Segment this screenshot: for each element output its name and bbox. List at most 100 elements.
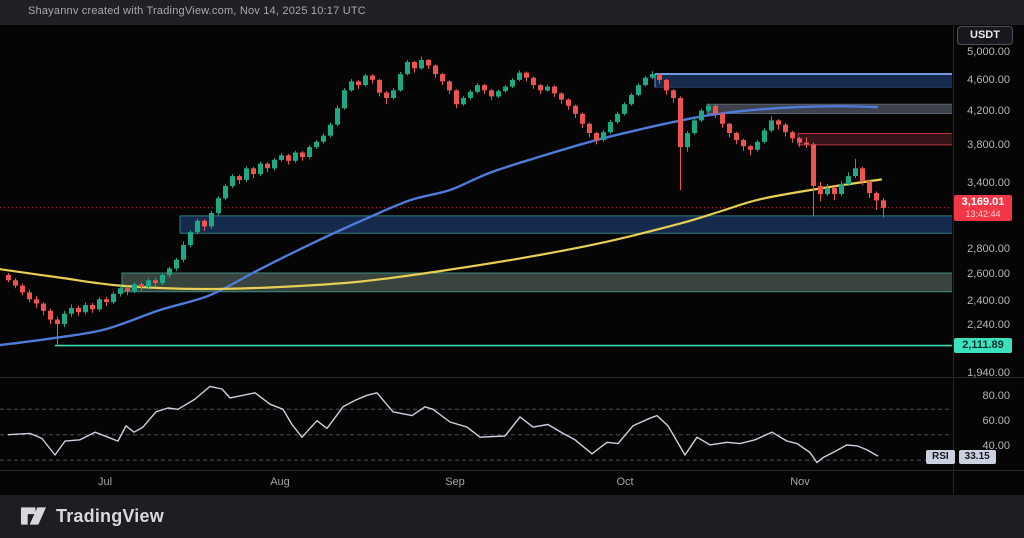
candle-body	[111, 294, 116, 302]
candle-body	[573, 106, 578, 114]
rsi-indicator-legend[interactable]: RSI 33.15	[926, 450, 996, 464]
candle-body	[307, 147, 312, 157]
candle-body	[321, 136, 326, 142]
price-chart-canvas[interactable]	[0, 0, 1024, 538]
candle-body	[790, 132, 795, 138]
candle-body	[524, 73, 529, 78]
candle-body	[356, 81, 361, 85]
candle-body	[6, 275, 11, 280]
candle-body	[671, 90, 676, 98]
price-tick-label: 2,600.00	[930, 268, 1010, 280]
candle-body	[426, 60, 431, 66]
candle-body	[328, 125, 333, 136]
tradingview-logo[interactable]: TradingView	[20, 503, 164, 529]
candle-body	[265, 164, 270, 169]
candle-body	[258, 164, 263, 175]
candle-body	[342, 90, 347, 108]
candle-body	[20, 286, 25, 293]
candle-body	[489, 90, 494, 96]
candle-body	[454, 90, 459, 104]
candle-body	[34, 299, 39, 303]
candle-body	[755, 142, 760, 150]
footer-bar: TradingView	[0, 495, 1024, 538]
candle-body	[664, 80, 669, 90]
price-tick-label: 1,940.00	[930, 367, 1010, 379]
candle-body	[650, 74, 655, 78]
candle-body	[237, 176, 242, 180]
marked-low-label: 2,111.89	[954, 338, 1012, 353]
candle-body	[139, 284, 144, 287]
supply-zone-4600	[655, 74, 952, 87]
candle-body	[104, 299, 109, 302]
candle-body	[55, 320, 60, 325]
candle-body	[97, 299, 102, 309]
candle-body	[580, 114, 585, 124]
price-tick-label: 3,800.00	[930, 139, 1010, 151]
candle-body	[839, 184, 844, 194]
candle-body	[132, 284, 137, 291]
candle-body	[566, 100, 571, 106]
candle-body	[643, 78, 648, 85]
month-label-jul: Jul	[98, 476, 112, 488]
candle-body	[825, 188, 830, 194]
candle-body	[622, 104, 627, 114]
candle-body	[559, 93, 564, 99]
candle-body	[370, 76, 375, 80]
currency-toggle-button[interactable]: USDT	[957, 26, 1013, 45]
price-tick-label: 2,240.00	[930, 319, 1010, 331]
candle-body	[209, 213, 214, 226]
candle-body	[279, 155, 284, 160]
candle-body	[48, 311, 53, 320]
candle-body	[769, 120, 774, 130]
candle-body	[160, 275, 165, 283]
candle-body	[475, 85, 480, 92]
candle-body	[846, 176, 851, 184]
resistance-zone-3850	[798, 133, 952, 144]
candle-body	[216, 198, 221, 213]
candle-body	[384, 93, 389, 98]
candle-body	[363, 76, 368, 86]
candle-body	[181, 245, 186, 260]
candle-body	[223, 186, 228, 198]
support-zone-3000	[180, 216, 952, 233]
candle-body	[762, 131, 767, 142]
candle-body	[293, 153, 298, 161]
candle-body	[202, 221, 207, 227]
candle-body	[314, 142, 319, 147]
candle-body	[510, 80, 515, 87]
candle-body	[678, 98, 683, 147]
candle-body	[818, 186, 823, 194]
candle-body	[881, 200, 886, 208]
candle-body	[286, 155, 291, 161]
candle-body	[636, 85, 641, 95]
candle-body	[398, 74, 403, 90]
candle-body	[412, 62, 417, 68]
last-price-value: 3,169.01	[954, 196, 1012, 209]
price-tick-label: 2,400.00	[930, 295, 1010, 307]
candle-body	[685, 133, 690, 147]
candle-body	[41, 304, 46, 311]
candle-body	[832, 188, 837, 194]
candle-body	[244, 168, 249, 180]
rsi-name-badge[interactable]: RSI	[926, 450, 955, 464]
candle-body	[867, 181, 872, 193]
candle-body	[734, 133, 739, 140]
rsi-tick-label: 60.00	[930, 415, 1010, 427]
candle-body	[692, 120, 697, 133]
candle-body	[797, 138, 802, 142]
candle-body	[118, 288, 123, 294]
tradingview-logo-icon	[20, 503, 47, 529]
month-label-nov: Nov	[790, 476, 810, 488]
candle-body	[748, 146, 753, 150]
month-label-oct: Oct	[616, 476, 633, 488]
candle-body	[272, 160, 277, 169]
candle-body	[167, 269, 172, 276]
price-tick-label: 3,400.00	[930, 177, 1010, 189]
candle-body	[447, 81, 452, 90]
candle-body	[125, 288, 130, 291]
candle-body	[811, 144, 816, 186]
candle-body	[349, 81, 354, 90]
candle-body	[587, 124, 592, 133]
candle-body	[727, 124, 732, 133]
pane-divider[interactable]	[0, 377, 1024, 378]
